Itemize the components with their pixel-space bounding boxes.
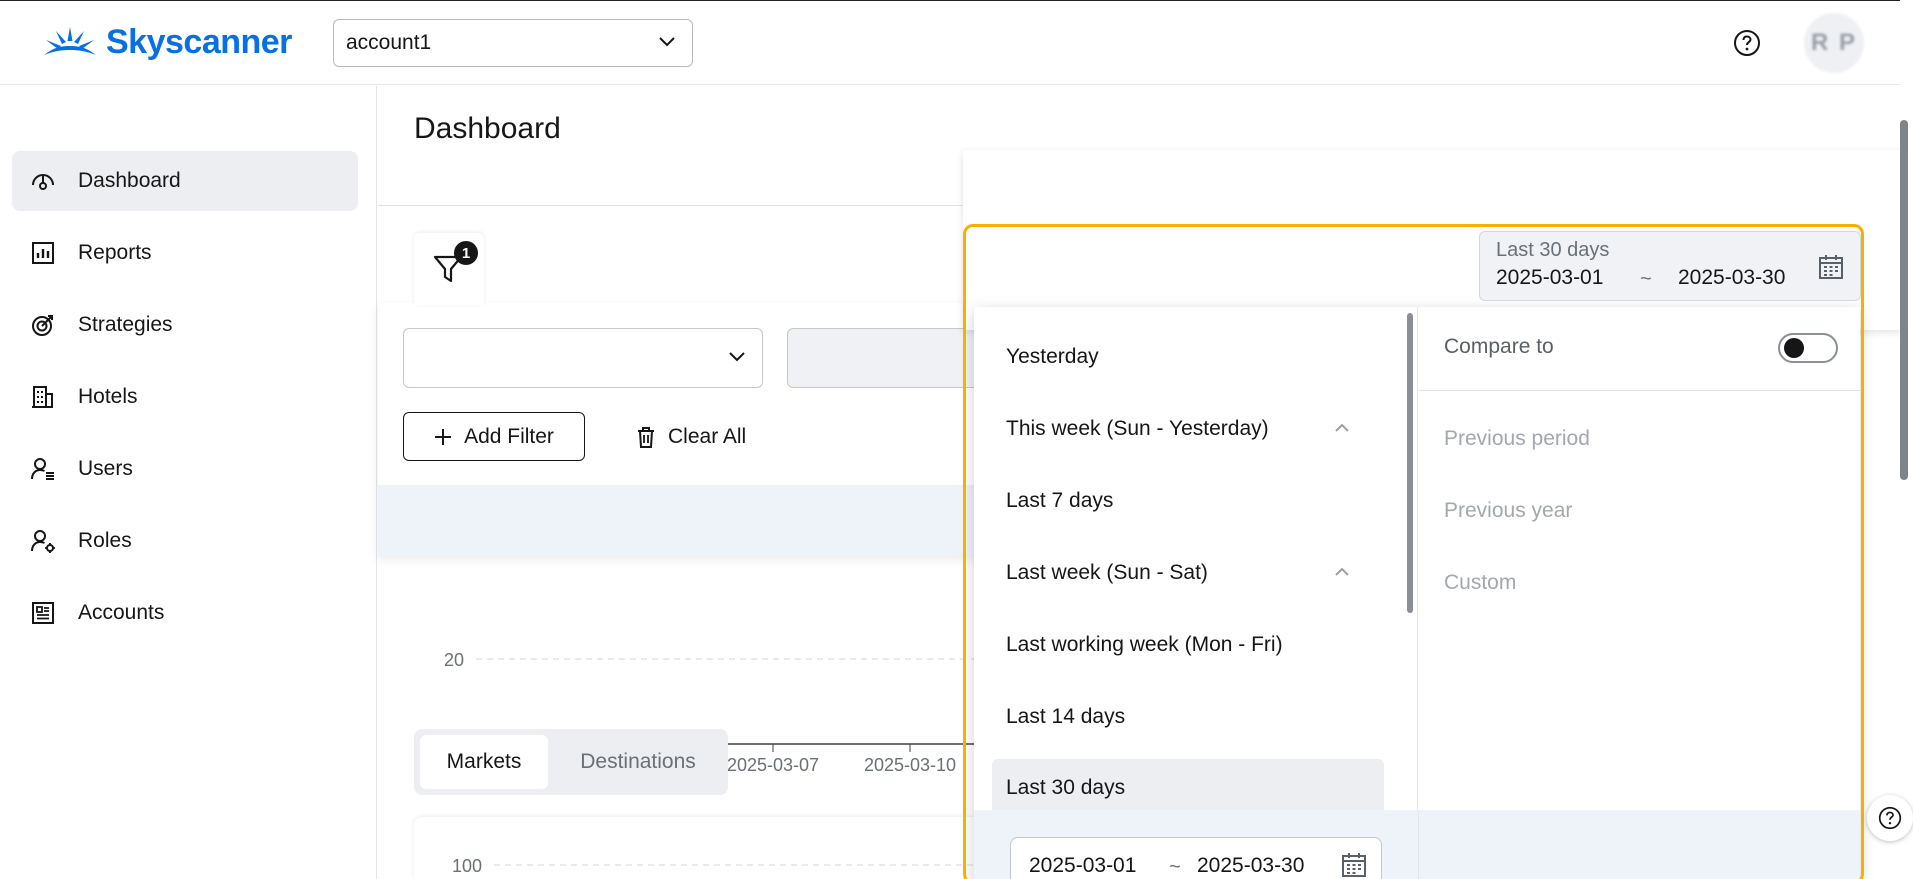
compare-to-toggle[interactable] [1778,333,1838,363]
dashboard-icon [32,174,54,190]
date-range-preset-label: Last 30 days [1496,239,1610,261]
sidebar-item-hotels[interactable]: Hotels [12,367,358,427]
date-range-dropdown: Yesterday This week (Sun - Yesterday) La… [974,307,1860,879]
sidebar-item-strategies[interactable]: Strategies [12,295,358,355]
y-tick-label: 20 [444,650,464,670]
preset-label: This week (Sun - Yesterday) [1006,417,1269,440]
custom-range-input[interactable]: 2025-03-01 ~ 2025-03-30 [1010,837,1382,879]
reports-icon [32,242,54,264]
preset-label: Yesterday [1006,345,1099,368]
range-start: 2025-03-01 [1029,854,1137,877]
tab-destinations[interactable]: Destinations [554,735,722,789]
sunrise-logo-icon [44,26,96,55]
preset-label: Last 30 days [1006,776,1126,799]
date-range-field[interactable]: Last 30 days 2025-03-01 ~ 2025-03-30 [1479,231,1861,301]
roles-icon [31,530,55,553]
preset-label: Last 14 days [1006,705,1126,728]
preset-last-7-days[interactable]: Last 7 days [992,473,1384,529]
sidebar-item-label: Hotels [78,385,138,408]
date-range-start: 2025-03-01 [1496,266,1604,289]
date-range-separator: ~ [1640,268,1652,290]
sidebar: Dashboard Reports Strategies Hotels User… [0,86,377,879]
account-select-value: account1 [346,31,432,54]
markets-chart-svg: 100 [452,856,1014,876]
page-scrollbar[interactable] [1900,120,1908,480]
sidebar-item-label: Reports [78,241,152,264]
filter-toggle-button[interactable]: 1 [414,233,484,305]
markets-destinations-toggle: Markets Destinations [414,729,728,795]
chevron-up-icon[interactable] [1334,567,1350,577]
top-bar: Skyscanner account1 R P [0,0,1900,85]
compare-to-label: Compare to [1444,335,1554,358]
divider [1418,810,1419,879]
sidebar-item-roles[interactable]: Roles [12,511,358,571]
sidebar-item-users[interactable]: Users [12,439,358,499]
filter-field-select[interactable] [403,328,763,388]
clear-all-label: Clear All [668,424,747,448]
preset-last-week[interactable]: Last week (Sun - Sat) [992,545,1384,601]
range-end: 2025-03-30 [1197,854,1305,877]
skyscanner-logo[interactable]: Skyscanner [42,23,292,62]
preset-yesterday[interactable]: Yesterday [992,329,1384,385]
markets-chart: 100 [414,817,1014,879]
accounts-icon [32,602,54,624]
date-range-end: 2025-03-30 [1678,266,1786,289]
preset-last-working-week[interactable]: Last working week (Mon - Fri) [992,617,1384,673]
x-tick-label: 2025-03-07 [727,755,819,775]
filter-count-badge: 1 [454,241,478,265]
add-filter-button[interactable]: Add Filter [403,412,585,461]
sidebar-item-label: Dashboard [78,169,181,192]
sidebar-item-reports[interactable]: Reports [12,223,358,283]
preset-last-14-days[interactable]: Last 14 days [992,689,1384,745]
preset-scrollbar[interactable] [1407,313,1413,613]
preset-list: Yesterday This week (Sun - Yesterday) La… [974,307,1418,879]
account-select[interactable]: account1 [333,19,693,67]
preset-label: Last 7 days [1006,489,1114,512]
help-button[interactable] [1733,29,1761,57]
preset-label: Last week (Sun - Sat) [1006,561,1208,584]
range-separator: ~ [1169,856,1181,878]
sidebar-item-label: Roles [78,529,132,552]
avatar[interactable]: R P [1804,13,1864,73]
sidebar-item-label: Accounts [78,601,165,624]
compare-option-previous-year[interactable]: Previous year [1444,499,1572,523]
page-title: Dashboard [414,112,561,145]
hotels-icon [32,386,53,408]
x-tick-label: 2025-03-10 [864,755,956,775]
sidebar-item-dashboard[interactable]: Dashboard [12,151,358,211]
sidebar-item-accounts[interactable]: Accounts [12,583,358,643]
sidebar-item-label: Users [78,457,133,480]
help-circle-icon [1734,30,1760,56]
clear-all-button[interactable]: Clear All [636,412,746,461]
calendar-icon [1819,255,1843,279]
toggle-knob [1784,338,1804,358]
add-filter-label: Add Filter [464,424,554,448]
chevron-up-icon[interactable] [1334,423,1350,433]
preset-this-week[interactable]: This week (Sun - Yesterday) [992,401,1384,457]
compare-to-row: Compare to [1418,307,1860,391]
preset-last-30-days[interactable]: Last 30 days [992,759,1384,817]
compare-option-previous-period[interactable]: Previous period [1444,427,1590,451]
floating-help-button[interactable] [1867,795,1913,841]
chevron-down-icon [659,37,675,47]
avatar-initials: R P [1810,29,1857,56]
sidebar-item-label: Strategies [78,313,173,336]
y-tick-label: 100 [452,856,482,876]
logo-text: Skyscanner [106,23,292,61]
chevron-down-icon [729,352,745,362]
calendar-icon[interactable] [1341,852,1367,878]
strategies-icon [32,315,53,336]
tab-markets[interactable]: Markets [420,735,548,789]
compare-option-custom[interactable]: Custom [1444,571,1516,595]
users-icon [31,458,54,480]
plus-icon [435,428,452,445]
help-circle-icon [1878,806,1902,830]
trash-icon [638,426,654,448]
custom-range-footer: 2025-03-01 ~ 2025-03-30 [974,810,1860,879]
preset-label: Last working week (Mon - Fri) [1006,633,1283,656]
